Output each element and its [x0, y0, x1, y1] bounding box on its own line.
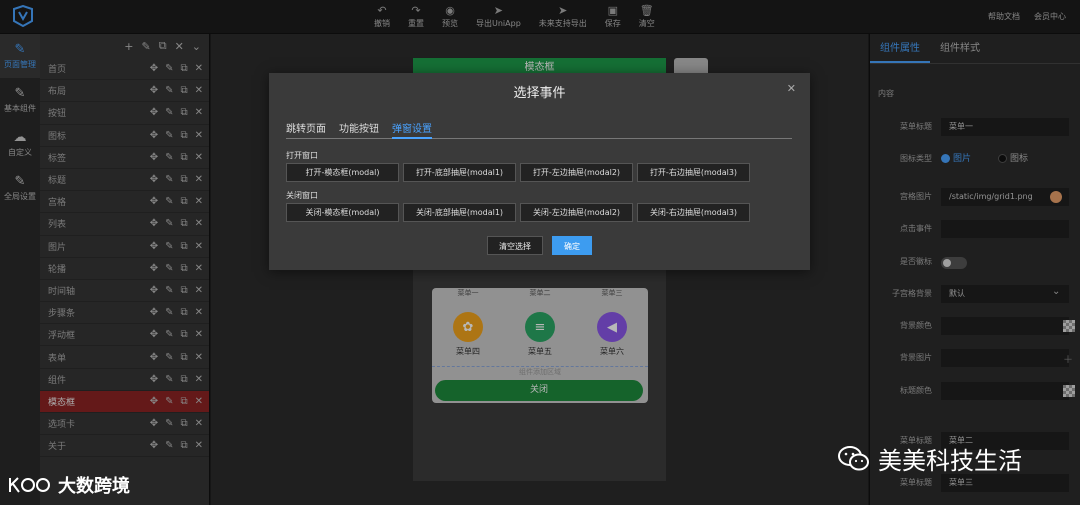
- tab-jump-page[interactable]: 跳转页面: [286, 120, 326, 139]
- watermark-right-text: 美美科技生活: [878, 447, 1022, 475]
- close-icon[interactable]: ✕: [787, 82, 796, 95]
- watermark-left: 大数跨境: [8, 472, 130, 498]
- close-event-button[interactable]: 关闭-模态框(modal): [286, 203, 399, 222]
- open-event-button[interactable]: 打开-右边抽屉(modal3): [637, 163, 750, 182]
- tab-popup-settings[interactable]: 弹窗设置: [392, 120, 432, 139]
- close-event-button[interactable]: 关闭-右边抽屉(modal3): [637, 203, 750, 222]
- open-window-label: 打开窗口: [286, 151, 318, 160]
- tab-function-button[interactable]: 功能按钮: [339, 120, 379, 139]
- confirm-button[interactable]: 确定: [552, 236, 592, 255]
- close-event-button[interactable]: 关闭-底部抽屉(modal1): [403, 203, 516, 222]
- open-event-button[interactable]: 打开-左边抽屉(modal2): [520, 163, 633, 182]
- wechat-icon: [838, 445, 869, 470]
- close-buttons: 关闭-模态框(modal) 关闭-底部抽屉(modal1) 关闭-左边抽屉(moda…: [286, 203, 750, 222]
- open-buttons: 打开-模态框(modal) 打开-底部抽屉(modal1) 打开-左边抽屉(moda…: [286, 163, 750, 182]
- watermark-logo-icon: [9, 477, 50, 493]
- watermark-right: 美美科技生活: [838, 441, 1022, 476]
- dialog-title: 选择事件: [513, 86, 566, 101]
- close-event-button[interactable]: 关闭-左边抽屉(modal2): [520, 203, 633, 222]
- clear-selection-button[interactable]: 清空选择: [487, 236, 543, 255]
- watermark-left-text: 大数跨境: [58, 476, 130, 497]
- open-event-button[interactable]: 打开-底部抽屉(modal1): [403, 163, 516, 182]
- dialog-tabs: 跳转页面 功能按钮 弹窗设置: [286, 120, 792, 139]
- select-event-dialog: 选择事件 ✕ 跳转页面 功能按钮 弹窗设置 打开窗口 打开-模态框(modal) 打开…: [269, 73, 810, 270]
- open-event-button[interactable]: 打开-模态框(modal): [286, 163, 399, 182]
- close-window-label: 关闭窗口: [286, 191, 318, 200]
